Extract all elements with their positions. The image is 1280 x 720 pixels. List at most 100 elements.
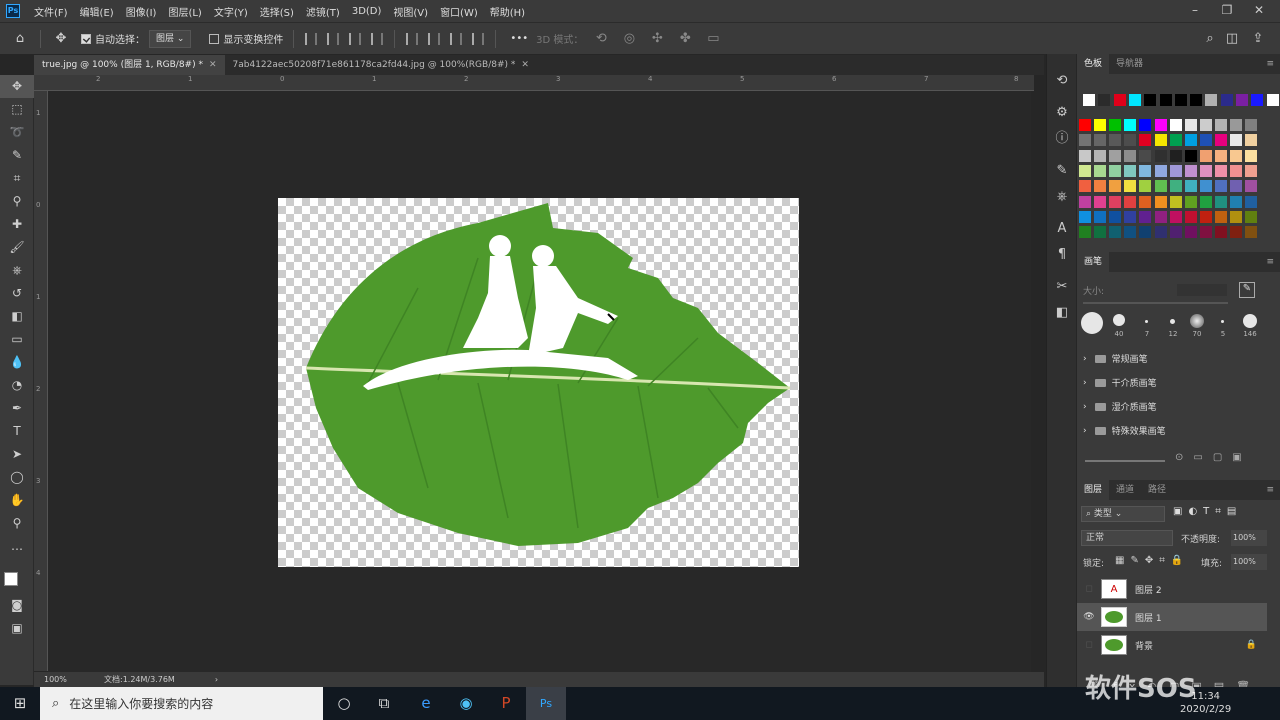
paragraph-icon[interactable]: ¶: [1047, 242, 1077, 268]
color-swatch[interactable]: [1169, 164, 1182, 177]
color-swatch[interactable]: [1245, 180, 1258, 193]
eye-icon[interactable]: 👁: [1077, 612, 1101, 622]
color-swatch[interactable]: [1154, 134, 1167, 147]
document-canvas[interactable]: [278, 198, 799, 567]
menu-help[interactable]: 帮助(H): [484, 4, 531, 19]
brush-size-slider[interactable]: [1083, 302, 1228, 304]
color-swatch[interactable]: [1214, 210, 1227, 223]
color-swatch[interactable]: [1109, 180, 1122, 193]
color-swatch[interactable]: [1109, 226, 1122, 239]
menu-type[interactable]: 文字(Y): [208, 4, 254, 19]
start-icon[interactable]: ⊞: [0, 687, 40, 720]
color-swatch[interactable]: [1266, 94, 1279, 106]
color-swatch[interactable]: [1083, 94, 1095, 106]
color-swatch[interactable]: [1184, 195, 1197, 208]
color-swatch[interactable]: [1245, 226, 1258, 239]
color-swatch[interactable]: [1184, 164, 1197, 177]
lasso-tool[interactable]: ➰: [0, 121, 34, 144]
color-swatch[interactable]: [1094, 119, 1107, 131]
color-swatch[interactable]: [1094, 226, 1107, 239]
3d-drag-icon[interactable]: ✣: [649, 31, 665, 47]
color-swatch[interactable]: [1199, 119, 1212, 131]
color-swatch[interactable]: [1154, 195, 1167, 208]
color-swatch[interactable]: [1109, 119, 1122, 131]
brush-tool[interactable]: 🖌: [0, 236, 34, 259]
quick-select-tool[interactable]: ✎: [0, 144, 34, 167]
color-swatch[interactable]: [1094, 210, 1107, 223]
color-swatch[interactable]: [1079, 164, 1091, 177]
color-swatch[interactable]: [1184, 149, 1197, 162]
color-swatch[interactable]: [1169, 134, 1182, 147]
color-swatch[interactable]: [1139, 134, 1152, 147]
color-swatch[interactable]: [1139, 195, 1152, 208]
layer-filter-dropdown[interactable]: ⌕ 类型 ⌄: [1081, 506, 1165, 522]
color-swatch[interactable]: [1230, 195, 1242, 208]
color-swatch[interactable]: [1109, 164, 1122, 177]
move-tool[interactable]: ✥: [0, 75, 34, 98]
color-swatch[interactable]: [1139, 149, 1152, 162]
align-right-icon[interactable]: [349, 32, 362, 45]
brush-folder[interactable]: › 常规画笔: [1083, 352, 1148, 366]
align-left-icon[interactable]: [305, 32, 318, 45]
color-swatch[interactable]: [1079, 180, 1091, 193]
color-swatch[interactable]: [1230, 226, 1242, 239]
3d-orbit-icon[interactable]: ⟲: [593, 31, 609, 47]
color-swatch[interactable]: [1205, 94, 1218, 106]
brush-preset[interactable]: [1170, 319, 1175, 324]
eraser-tool[interactable]: ◧: [0, 305, 34, 328]
color-swatch[interactable]: [1214, 164, 1227, 177]
color-swatch[interactable]: [1094, 149, 1107, 162]
menu-edit[interactable]: 编辑(E): [74, 4, 120, 19]
fill-input[interactable]: 100%: [1231, 554, 1267, 570]
search-icon[interactable]: ⌕: [1202, 31, 1218, 47]
color-swatch[interactable]: [1184, 119, 1197, 131]
color-swatch[interactable]: [1169, 195, 1182, 208]
color-swatch[interactable]: [1109, 134, 1122, 147]
color-swatch[interactable]: [1079, 119, 1091, 131]
tab-swatches[interactable]: 色板: [1077, 54, 1110, 74]
color-swatch[interactable]: [1124, 180, 1137, 193]
ellipse-tool[interactable]: ◯: [0, 466, 34, 489]
new-brush-icon[interactable]: ✎: [1239, 282, 1255, 298]
brush-folder[interactable]: › 特殊效果画笔: [1083, 424, 1166, 438]
color-swatch[interactable]: [1214, 149, 1227, 162]
screen-mode-icon[interactable]: ▣: [0, 617, 34, 640]
layer-row-1[interactable]: 👁 图层 1: [1077, 603, 1267, 631]
panel-menu-icon[interactable]: ≡: [1266, 485, 1274, 495]
color-swatch[interactable]: [1245, 195, 1258, 208]
color-swatch[interactable]: [1199, 180, 1212, 193]
path-select-tool[interactable]: ➤: [0, 443, 34, 466]
color-swatch[interactable]: [1094, 164, 1107, 177]
tab-channels[interactable]: 通道: [1109, 480, 1141, 500]
color-swatch[interactable]: [1079, 195, 1091, 208]
color-swatch[interactable]: [1214, 195, 1227, 208]
close-icon[interactable]: ✕: [209, 60, 217, 70]
tab-brushes[interactable]: 画笔: [1077, 252, 1110, 272]
lock-icons[interactable]: ▦✎✥⌗🔒: [1115, 555, 1189, 566]
color-swatch[interactable]: [1251, 94, 1264, 106]
menu-3d[interactable]: 3D(D): [346, 6, 388, 17]
color-swatch[interactable]: [1079, 226, 1091, 239]
preview-size-slider[interactable]: [1085, 460, 1165, 462]
auto-select-checkbox[interactable]: [81, 33, 91, 44]
color-swatch[interactable]: [1124, 195, 1137, 208]
task-view-icon[interactable]: ⧉: [364, 687, 404, 720]
menu-layer[interactable]: 图层(L): [162, 4, 207, 19]
align-bottom-icon[interactable]: [450, 32, 463, 45]
zoom-level[interactable]: 100%: [44, 675, 84, 684]
cortana-icon[interactable]: ○: [324, 687, 364, 720]
properties-icon[interactable]: ◧: [1047, 300, 1077, 326]
3d-camera-icon[interactable]: ▭: [705, 31, 721, 47]
layer-row-background[interactable]: ◻ 背景 🔒: [1077, 631, 1267, 659]
menu-select[interactable]: 选择(S): [254, 4, 300, 19]
clone-source-icon[interactable]: ⎈: [1047, 184, 1077, 210]
menu-image[interactable]: 图像(I): [120, 4, 163, 19]
powerpoint-icon[interactable]: P: [486, 687, 526, 720]
color-swatch[interactable]: [1159, 94, 1172, 106]
color-swatch[interactable]: [1169, 119, 1182, 131]
color-swatch[interactable]: [1144, 94, 1157, 106]
color-swatch[interactable]: [1113, 94, 1126, 106]
gradient-tool[interactable]: ▭: [0, 328, 34, 351]
color-swatch[interactable]: [1109, 210, 1122, 223]
search-box[interactable]: ⌕ 在这里输入你要搜索的内容: [40, 687, 323, 720]
